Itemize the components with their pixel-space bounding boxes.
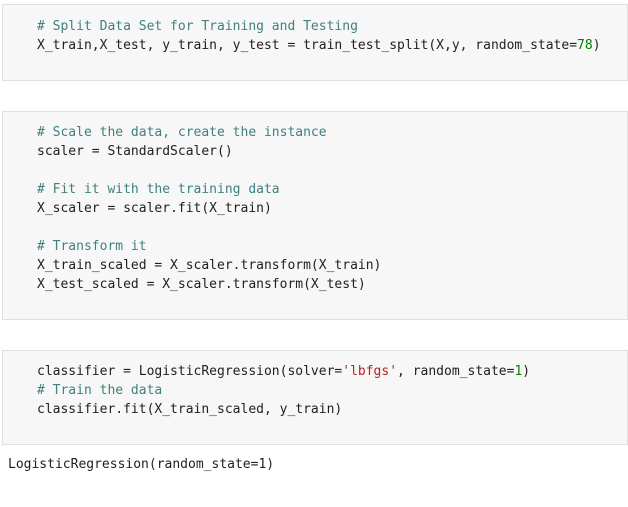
code-line: scaler = StandardScaler() bbox=[37, 144, 233, 159]
code-line: classifier.fit(X_train_scaled, y_train) bbox=[37, 402, 343, 417]
code-cell-classifier[interactable]: classifier = LogisticRegression(solver='… bbox=[2, 350, 628, 445]
code-line: classifier = LogisticRegression(solver='… bbox=[37, 364, 531, 379]
code-editor[interactable]: # Scale the data, create the instance sca… bbox=[37, 123, 381, 294]
code-line: # Transform it bbox=[37, 239, 147, 254]
cell-output: LogisticRegression(random_state=1) bbox=[8, 457, 275, 472]
code-editor[interactable]: # Split Data Set for Training and Testin… bbox=[37, 17, 601, 55]
code-line: X_test_scaled = X_scaler.transform(X_tes… bbox=[37, 277, 366, 292]
code-line: X_train_scaled = X_scaler.transform(X_tr… bbox=[37, 258, 382, 273]
code-line: X_train,X_test, y_train, y_test = train_… bbox=[37, 38, 601, 53]
code-line: X_scaler = scaler.fit(X_train) bbox=[37, 201, 272, 216]
code-line: # Scale the data, create the instance bbox=[37, 125, 327, 140]
code-cell-scale[interactable]: # Scale the data, create the instance sca… bbox=[2, 111, 628, 320]
code-cell-split[interactable]: # Split Data Set for Training and Testin… bbox=[2, 4, 628, 81]
code-line: # Split Data Set for Training and Testin… bbox=[37, 19, 358, 34]
code-line: # Fit it with the training data bbox=[37, 182, 280, 197]
code-line: # Train the data bbox=[37, 383, 163, 398]
code-editor[interactable]: classifier = LogisticRegression(solver='… bbox=[37, 362, 530, 419]
